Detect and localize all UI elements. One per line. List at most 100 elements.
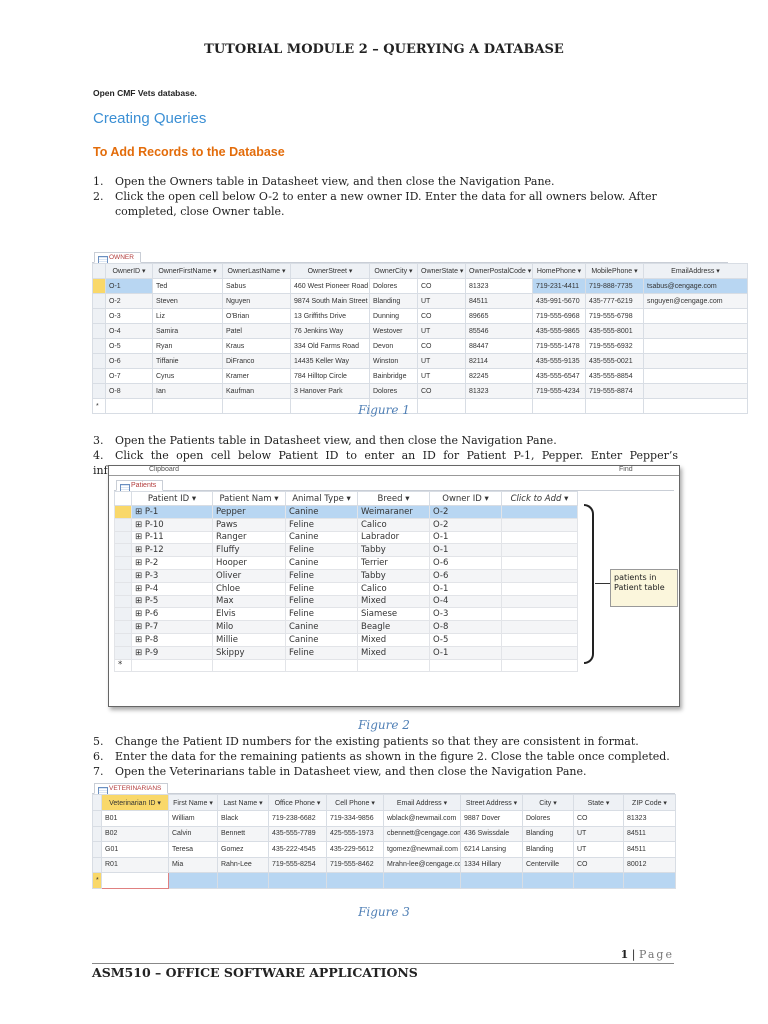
table-cell[interactable]: Weimaraner <box>357 505 430 519</box>
table-cell[interactable]: 81323 <box>465 278 533 294</box>
table-cell[interactable] <box>501 505 578 519</box>
table-cell[interactable]: DiFranco <box>222 353 291 369</box>
column-header[interactable]: City ▾ <box>522 794 574 811</box>
table-cell[interactable]: Elvis <box>212 607 286 622</box>
table-cell[interactable]: Mixed <box>357 645 430 660</box>
new-record-icon[interactable]: * <box>114 658 132 673</box>
table-cell[interactable]: Black <box>217 810 269 827</box>
table-cell[interactable]: ⊞ P-6 <box>131 607 213 622</box>
column-header[interactable]: OwnerPostalCode ▾ <box>465 263 533 279</box>
table-cell[interactable]: ⊞ P-12 <box>131 543 213 558</box>
table-cell[interactable]: CO <box>417 278 466 294</box>
table-cell[interactable]: 460 West Pioneer Road <box>290 278 370 294</box>
table-cell[interactable]: 89665 <box>465 308 533 324</box>
table-cell[interactable]: UT <box>417 323 466 339</box>
table-row[interactable]: O-2 Steven Nguyen 9874 South Main Street Bla… <box>92 293 748 309</box>
table-cell[interactable]: Fluffy <box>212 543 286 558</box>
table-cell[interactable]: Oliver <box>212 568 286 583</box>
table-cell[interactable]: 435-222-4545 <box>268 841 327 858</box>
table-cell[interactable]: Feline <box>285 607 358 622</box>
table-cell[interactable]: Tabby <box>357 543 430 558</box>
table-cell[interactable]: 82114 <box>465 353 533 369</box>
table-cell[interactable]: ⊞ P-9 <box>131 645 213 660</box>
table-cell[interactable]: 13 Griffiths Drive <box>290 308 370 324</box>
row-selector[interactable] <box>114 581 132 596</box>
table-cell[interactable] <box>460 872 523 889</box>
row-selector-header[interactable] <box>92 263 106 279</box>
row-selector[interactable] <box>114 594 132 609</box>
table-cell[interactable]: Hooper <box>212 556 286 570</box>
table-cell[interactable] <box>168 872 218 889</box>
table-cell[interactable] <box>501 594 578 609</box>
row-selector[interactable] <box>92 810 102 827</box>
table-cell[interactable] <box>501 530 578 545</box>
table-row[interactable]: ⊞ P-6 Elvis Feline Siamese O-3 <box>114 607 578 622</box>
table-cell[interactable]: 82245 <box>465 368 533 384</box>
table-cell[interactable]: Teresa <box>168 841 218 858</box>
column-header[interactable]: Click to Add ▾ <box>501 491 578 506</box>
table-cell[interactable] <box>573 872 624 889</box>
owner-tab[interactable]: OWNER <box>94 252 141 264</box>
table-cell[interactable]: cbennett@cengage.com <box>383 825 461 842</box>
column-header[interactable]: HomePhone ▾ <box>532 263 586 279</box>
table-cell[interactable]: snguyen@cengage.com <box>643 293 748 309</box>
table-cell[interactable]: Gomez <box>217 841 269 858</box>
table-cell[interactable]: O-1 <box>429 543 502 558</box>
row-selector-header[interactable] <box>92 794 102 811</box>
table-cell[interactable]: Dolores <box>369 278 418 294</box>
table-row[interactable]: ⊞ P-4 Chloe Feline Calico O-1 <box>114 581 578 596</box>
table-cell[interactable]: Ranger <box>212 530 286 545</box>
table-row[interactable]: ⊞ P-12 Fluffy Feline Tabby O-1 <box>114 543 578 558</box>
table-cell[interactable]: O-6 <box>429 556 502 570</box>
table-cell[interactable]: Samira <box>152 323 223 339</box>
table-cell[interactable] <box>501 645 578 660</box>
table-cell[interactable]: Max <box>212 594 286 609</box>
column-header[interactable]: ZIP Code ▾ <box>623 794 676 811</box>
table-cell[interactable] <box>501 581 578 596</box>
table-row[interactable]: O-7 Cyrus Kramer 784 Hilltop Circle Bainbrid… <box>92 368 748 384</box>
table-cell[interactable] <box>357 658 430 673</box>
table-cell[interactable]: Canine <box>285 556 358 570</box>
table-cell[interactable]: ⊞ P-2 <box>131 556 213 570</box>
row-selector[interactable] <box>92 323 106 339</box>
table-cell[interactable]: Winston <box>369 353 418 369</box>
table-cell[interactable]: Centerville <box>522 856 574 873</box>
column-header[interactable]: OwnerFirstName ▾ <box>152 263 223 279</box>
table-cell[interactable]: 719-888-7735 <box>585 278 644 294</box>
table-cell[interactable]: CO <box>417 338 466 354</box>
table-cell[interactable]: 719-555-8462 <box>326 856 384 873</box>
table-cell[interactable] <box>643 308 748 324</box>
column-header[interactable]: State ▾ <box>573 794 624 811</box>
table-row[interactable]: ⊞ P-2 Hooper Canine Terrier O-6 <box>114 556 578 570</box>
table-row[interactable]: ⊞ P-1 Pepper Canine Weimaraner O-2 <box>114 505 578 519</box>
table-row[interactable]: ⊞ P-7 Milo Canine Beagle O-8 <box>114 620 578 634</box>
table-cell[interactable]: 76 Jenkins Way <box>290 323 370 339</box>
table-cell[interactable]: 435-991-5670 <box>532 293 586 309</box>
table-cell[interactable]: 784 Hilltop Circle <box>290 368 370 384</box>
table-cell[interactable] <box>501 517 578 532</box>
table-row[interactable]: B02 Calvin Bennett 435-555-7789 425-555-1973… <box>92 825 676 842</box>
table-cell[interactable]: 84511 <box>623 841 676 858</box>
column-header[interactable]: Owner ID ▾ <box>429 491 502 506</box>
table-cell[interactable]: Nguyen <box>222 293 291 309</box>
table-cell[interactable]: 719-555-6968 <box>532 308 586 324</box>
table-row[interactable]: ⊞ P-3 Oliver Feline Tabby O-6 <box>114 568 578 583</box>
table-cell[interactable]: O-1 <box>105 278 153 294</box>
new-record-row[interactable]: * <box>114 658 578 673</box>
table-cell[interactable]: UT <box>573 841 624 858</box>
table-cell[interactable]: Kraus <box>222 338 291 354</box>
row-selector[interactable] <box>92 278 106 294</box>
table-cell[interactable]: 1334 Hillary <box>460 856 523 873</box>
row-selector[interactable] <box>92 383 106 399</box>
column-header[interactable]: Patient ID ▾ <box>131 491 213 506</box>
column-header[interactable]: Last Name ▾ <box>217 794 269 811</box>
table-cell[interactable]: 9887 Dover <box>460 810 523 827</box>
table-row[interactable]: O-1 Ted Sabus 460 West Pioneer Road Dolores C… <box>92 278 748 294</box>
table-cell[interactable]: CO <box>417 383 466 399</box>
row-selector-header[interactable] <box>114 491 132 506</box>
table-cell[interactable] <box>643 353 748 369</box>
table-cell[interactable]: Patel <box>222 323 291 339</box>
table-cell[interactable]: Feline <box>285 581 358 596</box>
table-cell[interactable]: O-2 <box>105 293 153 309</box>
table-cell[interactable] <box>101 872 169 889</box>
